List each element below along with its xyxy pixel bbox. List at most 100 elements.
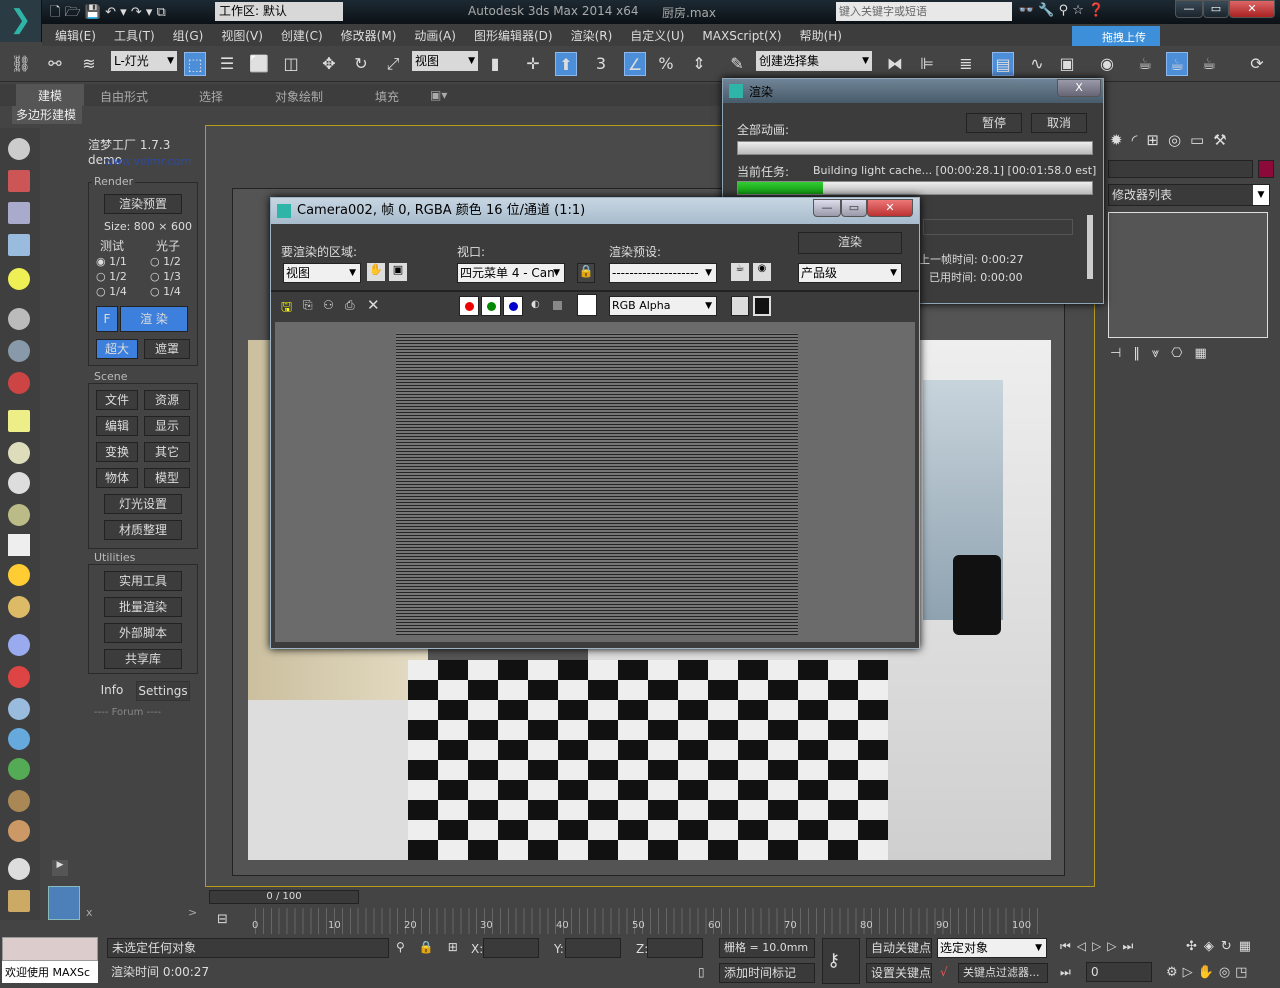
close-button[interactable]: ✕ [1229, 0, 1275, 18]
alpha-toggle-icon[interactable]: ◐ [531, 299, 540, 310]
viewport-dropdown[interactable]: 四元菜单 4 - Can [457, 263, 565, 283]
info-button[interactable]: Info [92, 681, 132, 701]
pivot-icon[interactable]: ▮ [484, 52, 506, 76]
set-key-button[interactable]: 设置关键点 [866, 963, 932, 983]
edit-region-icon[interactable]: ✋ [367, 263, 385, 281]
command-panel-tabs[interactable]: ✹◜⊞◎▭⚒ [1110, 130, 1236, 150]
camera-icon[interactable] [8, 308, 30, 330]
key-filters-button[interactable]: 关键点过滤器... [958, 963, 1048, 983]
menu-rendering[interactable]: 渲染(R) [562, 24, 622, 44]
display-ui-icon[interactable] [753, 296, 771, 316]
extra-large-button[interactable]: 超大 [96, 339, 138, 359]
auto-key-button[interactable]: 自动关键点 [866, 938, 932, 958]
test-radio-2[interactable]: ○ 1/2 [96, 269, 127, 284]
photon-radio-3[interactable]: ○ 1/4 [150, 284, 181, 299]
a360-icon[interactable]: ⟳ [1246, 52, 1268, 76]
key-tangent-icon[interactable]: √ [940, 965, 948, 979]
basket-icon[interactable] [8, 504, 30, 526]
copy-image-icon[interactable]: ⎘ [303, 298, 313, 313]
object-button[interactable]: 物体 [96, 468, 138, 488]
playback-controls[interactable]: ⏮◁▷▷⏭ [1060, 939, 1139, 954]
quick-access-icons[interactable]: 🗋 🗁 💾 ↶ ▾ ↷ ▾ ⧉ [50, 3, 166, 25]
clear-icon[interactable]: ✕ [367, 296, 380, 314]
test-radio-3[interactable]: ○ 1/4 [96, 284, 127, 299]
table-icon[interactable] [8, 234, 30, 256]
z-coordinate-field[interactable] [647, 938, 703, 958]
blue-channel-toggle[interactable] [503, 296, 523, 316]
scrollbar[interactable] [1087, 215, 1093, 279]
ribbon-options-icon[interactable]: ▣▾ [430, 88, 447, 102]
scale-icon[interactable]: ⤢ [382, 52, 404, 76]
other-button[interactable]: 其它 [144, 442, 190, 462]
mask-button[interactable]: 遮罩 [144, 339, 190, 359]
material-organize-button[interactable]: 材质整理 [104, 520, 182, 540]
panel-toggle-button[interactable] [48, 886, 80, 920]
lock-icon[interactable]: 🔒 [577, 263, 595, 283]
named-selection-dropdown[interactable]: 创建选择集 [756, 51, 872, 71]
dome-icon[interactable] [8, 442, 30, 464]
shared-library-button[interactable]: 共享库 [104, 649, 182, 669]
photon-radio-2[interactable]: ○ 1/3 [150, 269, 181, 284]
search-input[interactable]: 键入关键字或短语 [836, 2, 1012, 21]
rect-selection-icon[interactable]: ⬜ [248, 52, 270, 76]
plugin-render-button[interactable]: 渲 染 [120, 306, 188, 332]
display-button[interactable]: 显示 [144, 416, 190, 436]
pause-button[interactable]: 暂停 [966, 113, 1022, 133]
cancel-button[interactable]: 取消 [1031, 113, 1087, 133]
x-coordinate-field[interactable] [483, 938, 539, 958]
settings-button[interactable]: Settings [136, 681, 190, 701]
stack-controls-icons[interactable]: ⊣‖⩔⎔▦ [1110, 346, 1219, 361]
app-logo-icon[interactable]: ❯ [0, 0, 42, 42]
render-setup-icon[interactable]: ☕ [731, 263, 749, 281]
vfb-maximize-button[interactable]: ▭ [841, 199, 867, 217]
model-button[interactable]: 模型 [144, 468, 190, 488]
f-button[interactable]: F [96, 306, 118, 332]
curve-editor-icon[interactable]: ∿ [1026, 52, 1048, 76]
channel-dropdown[interactable]: RGB Alpha [609, 296, 717, 316]
isolate-lock-icons[interactable]: ⚲🔒⊞ [396, 940, 472, 954]
menu-modifiers[interactable]: 修改器(M) [332, 24, 406, 44]
molecule-icon[interactable] [8, 666, 30, 688]
auto-region-icon[interactable]: ▣ [389, 263, 407, 281]
mono-toggle-icon[interactable] [553, 301, 562, 310]
select-by-name-icon[interactable]: ☰ [216, 52, 238, 76]
resource-button[interactable]: 资源 [144, 390, 190, 410]
mirror-icon[interactable]: ⧓ [884, 52, 906, 76]
time-tag-icon[interactable]: ▯ [698, 965, 705, 979]
sun-ring-icon[interactable] [8, 472, 30, 494]
white-sphere-icon[interactable] [8, 858, 30, 880]
menu-create[interactable]: 创建(C) [272, 24, 332, 44]
render-production-icon[interactable]: ☕ [1198, 52, 1220, 76]
modifier-list-dropdown[interactable]: 修改器列表 ▼ [1108, 184, 1270, 206]
percent-snap-icon[interactable]: % [655, 52, 677, 76]
menu-animation[interactable]: 动画(A) [405, 24, 465, 44]
viewport-nav-icons-2[interactable]: ⚙▷✋◎◳ [1166, 965, 1252, 980]
vfb-render-button[interactable]: 渲染 [798, 232, 902, 254]
pyramid-icon[interactable] [8, 698, 30, 720]
color-swatch[interactable] [577, 294, 597, 316]
link-icon[interactable]: ⛓ [10, 52, 32, 76]
scene-explorer-icon[interactable]: ▤ [992, 52, 1014, 76]
layer-dropdown[interactable]: L-灯光 [111, 51, 177, 71]
object-color-swatch[interactable] [1258, 160, 1274, 178]
light-settings-button[interactable]: 灯光设置 [104, 494, 182, 514]
menu-tools[interactable]: 工具(T) [105, 24, 164, 44]
render-frame-icon[interactable]: ☕ [1166, 52, 1188, 76]
photon-radio-1[interactable]: ○ 1/2 [150, 254, 181, 269]
rotate-icon[interactable]: ↻ [350, 52, 372, 76]
menu-graph-editors[interactable]: 图形编辑器(D) [465, 24, 562, 44]
move-icon[interactable]: ✥ [318, 52, 340, 76]
forum-link[interactable]: ---- Forum ---- [94, 707, 161, 718]
bind-spacewarp-icon[interactable]: ≋ [78, 52, 100, 76]
render-preset-button[interactable]: 渲染预置 [104, 194, 182, 214]
plane-icon[interactable] [8, 410, 30, 432]
tab-modeling[interactable]: 建模 [16, 84, 85, 106]
tab-selection[interactable]: 选择 [199, 88, 223, 105]
key-mode-icon[interactable]: ⏭ [1060, 965, 1071, 980]
external-script-button[interactable]: 外部脚本 [104, 623, 182, 643]
save-image-icon[interactable]: 🖫 [281, 298, 292, 320]
hf-icon[interactable] [8, 790, 30, 812]
red-channel-toggle[interactable] [459, 296, 479, 316]
vfb-close-button[interactable]: ✕ [867, 199, 913, 217]
clone-window-icon[interactable]: ⚇ [323, 298, 334, 312]
